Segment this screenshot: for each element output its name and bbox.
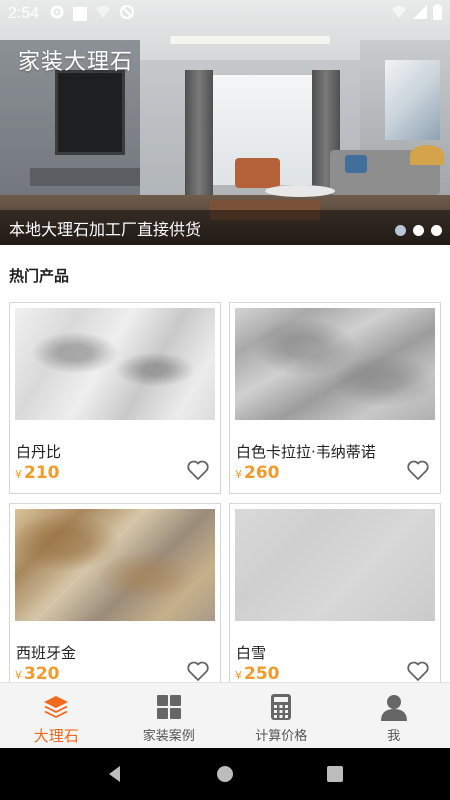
calculator-icon bbox=[271, 694, 292, 720]
sync-icon bbox=[119, 4, 135, 24]
battery-icon bbox=[433, 4, 442, 24]
product-name: 白色卡拉拉·韦纳蒂诺 bbox=[236, 443, 376, 461]
back-icon[interactable] bbox=[104, 763, 126, 785]
tab-label: 家装案例 bbox=[142, 729, 195, 744]
tab-label: 我 bbox=[387, 729, 401, 744]
recents-icon[interactable] bbox=[324, 763, 346, 785]
system-nav-bar bbox=[0, 748, 450, 800]
banner-image-cushion bbox=[345, 155, 367, 173]
home-icon[interactable] bbox=[214, 763, 236, 785]
price-value: 320 bbox=[24, 664, 60, 684]
heart-icon[interactable] bbox=[406, 459, 430, 481]
wifi-icon bbox=[95, 5, 111, 23]
layers-icon bbox=[44, 696, 69, 718]
tab-marble[interactable]: 大理石 bbox=[0, 683, 113, 748]
product-price: ¥320 bbox=[15, 664, 60, 684]
section-title: 热门产品 bbox=[9, 267, 70, 285]
tab-label: 大理石 bbox=[33, 727, 79, 745]
banner-title: 家装大理石 bbox=[18, 50, 134, 75]
product-image bbox=[15, 509, 215, 621]
settings-icon bbox=[49, 4, 65, 24]
banner-image-lamp bbox=[410, 145, 444, 165]
currency-symbol: ¥ bbox=[235, 669, 242, 682]
product-card[interactable]: 白色卡拉拉·韦纳蒂诺 ¥260 bbox=[229, 302, 441, 494]
heart-icon[interactable] bbox=[186, 459, 210, 481]
currency-symbol: ¥ bbox=[235, 468, 242, 481]
heart-icon[interactable] bbox=[406, 660, 430, 682]
product-image bbox=[15, 308, 215, 420]
carousel-dot[interactable] bbox=[395, 225, 406, 236]
currency-symbol: ¥ bbox=[15, 468, 22, 481]
price-value: 260 bbox=[244, 463, 280, 483]
status-bar: 2:54 bbox=[0, 0, 450, 28]
banner-carousel[interactable] bbox=[0, 0, 450, 245]
product-card[interactable]: 西班牙金 ¥320 bbox=[9, 503, 221, 695]
banner-image-armchair bbox=[235, 158, 280, 188]
carousel-dot[interactable] bbox=[431, 225, 442, 236]
product-price: ¥260 bbox=[235, 463, 280, 483]
product-price: ¥250 bbox=[235, 664, 280, 684]
banner-image-cabinet bbox=[30, 168, 140, 186]
banner-image-painting bbox=[385, 60, 440, 140]
banner-caption: 本地大理石加工厂直接供货 bbox=[9, 220, 202, 239]
banner-image-curtain bbox=[185, 70, 213, 195]
tab-me[interactable]: 我 bbox=[338, 683, 450, 748]
price-value: 250 bbox=[244, 664, 280, 684]
tab-home-cases[interactable]: 家装案例 bbox=[113, 683, 226, 748]
banner-image-tv bbox=[55, 70, 125, 155]
product-name: 白丹比 bbox=[16, 443, 62, 461]
person-icon bbox=[380, 695, 407, 721]
product-name: 西班牙金 bbox=[16, 644, 77, 662]
carousel-dot[interactable] bbox=[413, 225, 424, 236]
price-value: 210 bbox=[24, 463, 60, 483]
tab-calculate-price[interactable]: 计算价格 bbox=[225, 683, 338, 748]
wifi-status-icon bbox=[391, 5, 407, 23]
banner-image-light bbox=[170, 36, 330, 44]
product-image bbox=[235, 308, 435, 420]
banner-image-table bbox=[265, 185, 335, 197]
product-card[interactable]: 白丹比 ¥210 bbox=[9, 302, 221, 494]
product-image bbox=[235, 509, 435, 621]
product-name: 白雪 bbox=[236, 644, 267, 662]
signal-icon bbox=[413, 5, 427, 23]
product-card[interactable]: 白雪 ¥250 bbox=[229, 503, 441, 695]
carousel-indicators bbox=[395, 225, 442, 236]
currency-symbol: ¥ bbox=[15, 669, 22, 682]
product-price: ¥210 bbox=[15, 463, 60, 483]
square-icon bbox=[73, 7, 88, 21]
heart-icon[interactable] bbox=[186, 660, 210, 682]
grid-icon bbox=[156, 695, 181, 719]
bottom-tab-bar: 大理石 家装案例 计算价格 我 bbox=[0, 682, 450, 748]
status-time: 2:54 bbox=[8, 5, 40, 22]
tab-label: 计算价格 bbox=[255, 729, 308, 744]
